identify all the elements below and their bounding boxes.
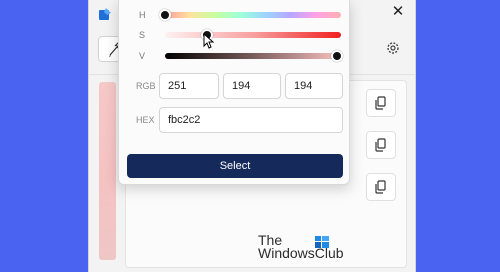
color-picker-app-icon: [98, 7, 112, 21]
saturation-slider-row: S: [119, 29, 351, 41]
hue-slider-row: H: [119, 9, 351, 21]
mouse-cursor-icon: [203, 33, 215, 49]
red-input[interactable]: 251: [159, 73, 219, 99]
hue-label: H: [139, 10, 146, 20]
saturation-track[interactable]: [165, 29, 341, 41]
watermark-text: The WindowsClub: [258, 233, 344, 261]
hex-label: HEX: [136, 115, 155, 125]
hue-thumb[interactable]: [159, 9, 171, 21]
watermark-line2: WindowsClub: [258, 245, 344, 261]
color-editor-popup: H S V RGB 251 194 194 HEX fbc2c2 Select: [118, 0, 350, 185]
hex-input[interactable]: fbc2c2: [159, 107, 343, 133]
rgb-label: RGB: [136, 81, 156, 91]
value-track[interactable]: [165, 50, 344, 62]
copy-icon: [375, 96, 386, 110]
copy-color-button[interactable]: [366, 173, 396, 201]
saturation-label: S: [139, 30, 146, 40]
settings-gear-icon[interactable]: [385, 40, 401, 56]
green-input[interactable]: 194: [223, 73, 281, 99]
select-button[interactable]: Select: [127, 154, 343, 178]
copy-color-button[interactable]: [366, 131, 396, 159]
close-button[interactable]: ✕: [390, 4, 406, 20]
value-thumb[interactable]: [331, 50, 344, 62]
copy-icon: [375, 138, 386, 152]
windows-logo-icon: [315, 236, 329, 248]
copy-color-button[interactable]: [366, 89, 396, 117]
current-color-swatch[interactable]: [99, 82, 116, 260]
blue-input[interactable]: 194: [285, 73, 343, 99]
hue-track[interactable]: [159, 9, 341, 21]
copy-icon: [375, 180, 386, 194]
value-slider-row: V: [119, 50, 351, 62]
value-label: V: [139, 51, 146, 61]
